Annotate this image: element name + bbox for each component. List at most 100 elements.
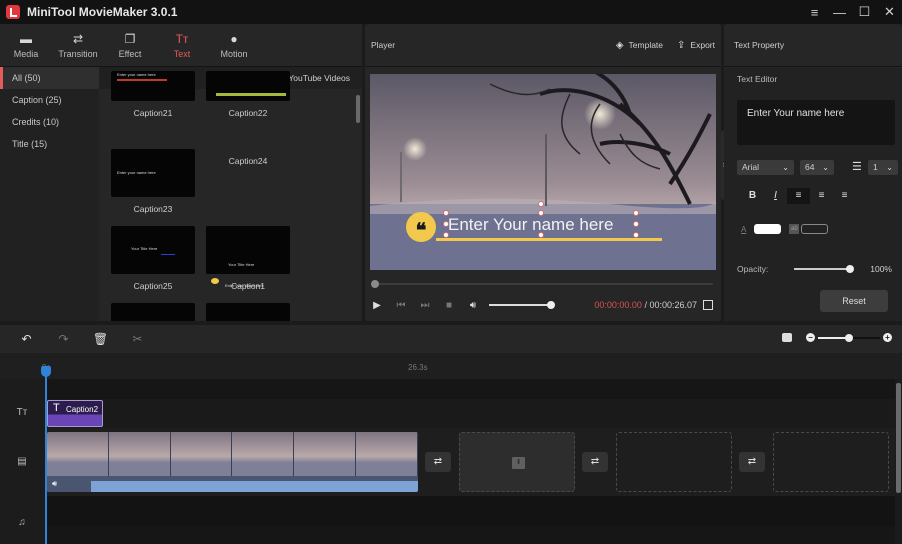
font-select[interactable]: Arial ⌄ — [737, 160, 794, 175]
category-all[interactable]: All (50) — [0, 67, 99, 89]
zoom-knob[interactable] — [845, 333, 853, 342]
resize-handle[interactable] — [443, 221, 449, 227]
zoom-slider[interactable] — [818, 333, 880, 342]
undo-icon[interactable]: ↶ — [8, 332, 45, 346]
category-credits[interactable]: Credits (10) — [0, 111, 99, 133]
tab-transition[interactable]: ⇄ Transition — [52, 24, 104, 66]
library-scrollbar[interactable] — [356, 95, 360, 123]
template-button[interactable]: ◈ Template — [616, 40, 663, 51]
empty-clip-slot[interactable] — [616, 432, 732, 492]
text-icon: Tт — [175, 32, 189, 46]
menu-icon[interactable]: ≡ — [802, 0, 827, 24]
template-caption23[interactable]: Enter your name here Caption23 — [111, 149, 195, 214]
resize-handle[interactable] — [538, 210, 544, 216]
video-clip[interactable]: 🔊︎ — [47, 432, 418, 492]
reset-button[interactable]: Reset — [820, 290, 888, 312]
playhead-line[interactable] — [45, 366, 47, 544]
clip-volume-icon[interactable]: 🔊︎ — [52, 479, 57, 489]
empty-clip-slot[interactable]: ⬇ — [459, 432, 575, 492]
template-label: Caption22 — [228, 108, 268, 118]
play-icon[interactable]: ▶ — [365, 300, 389, 311]
clip-frame — [294, 432, 357, 476]
template-next-2[interactable] — [206, 303, 290, 321]
next-frame-icon[interactable]: ⏭ — [413, 300, 437, 311]
transition-slot-button[interactable]: ⇄ — [582, 452, 608, 472]
category-title[interactable]: Title (15) — [0, 133, 99, 155]
template-caption24[interactable]: Enter your name here Caption24 — [206, 149, 290, 288]
align-center-button[interactable]: ≡ — [810, 188, 833, 204]
delete-icon[interactable]: 🗑︎ — [82, 332, 119, 346]
caption-overlay[interactable]: ❝ Enter Your name here — [406, 201, 666, 246]
template-caption22[interactable]: Caption22 — [206, 71, 290, 118]
opacity-knob[interactable] — [846, 265, 855, 273]
export-button[interactable]: ⇪ Export — [677, 40, 715, 51]
caption-text[interactable]: Enter Your name here — [448, 215, 613, 235]
resize-handle[interactable] — [633, 210, 639, 216]
export-icon: ⇪ — [677, 39, 686, 51]
background-color-swatch[interactable] — [801, 224, 829, 234]
app-title: MiniTool MovieMaker 3.0.1 — [27, 5, 178, 19]
video-preview[interactable]: ❝ Enter Your name here — [370, 74, 716, 270]
caption-clip[interactable]: T Caption2 — [47, 400, 103, 427]
clip-frame — [108, 432, 171, 476]
tab-text[interactable]: Tт Text — [156, 24, 208, 66]
app-logo-icon — [6, 5, 20, 19]
minimize-icon[interactable]: — — [827, 0, 852, 24]
transition-slot-button[interactable]: ⇄ — [739, 452, 765, 472]
tab-motion[interactable]: ● Motion — [208, 24, 260, 66]
template-caption21[interactable]: Enter your name here Caption21 — [111, 71, 195, 118]
import-icon: ⬇ — [512, 457, 525, 469]
template-label: Caption25 — [133, 281, 173, 291]
template-caption1[interactable]: Your Title Here Caption1 — [206, 226, 290, 291]
align-left-button[interactable]: ≡ — [787, 188, 810, 204]
align-right-button[interactable]: ≡ — [833, 188, 856, 204]
line-spacing-select[interactable]: 1 ⌄ — [868, 160, 898, 175]
stop-icon[interactable]: ■ — [437, 300, 461, 311]
volume-icon[interactable]: 🔊︎ — [461, 300, 485, 311]
resize-handle[interactable] — [633, 232, 639, 238]
font-size-select[interactable]: 64 ⌄ — [800, 160, 834, 175]
split-icon[interactable]: ✂ — [119, 332, 156, 346]
thumbnail-preview — [111, 303, 195, 321]
volume-knob[interactable] — [547, 301, 555, 309]
redo-icon[interactable]: ↷ — [45, 332, 82, 346]
preview-text: Your Title Here — [228, 262, 255, 267]
resize-handle[interactable] — [443, 210, 449, 216]
close-icon[interactable]: ✕ — [877, 0, 902, 24]
app-window: MiniTool MovieMaker 3.0.1 ≡ — ☐ ✕ ▬ Media… — [0, 0, 902, 544]
bold-button[interactable]: B — [741, 188, 764, 204]
rotate-handle[interactable] — [538, 201, 544, 207]
tab-effect[interactable]: ❐ Effect — [104, 24, 156, 66]
thumbnail-preview: Your Title Here — [111, 226, 195, 274]
tab-label: Motion — [220, 49, 248, 59]
chevron-down-icon: ⌄ — [822, 163, 829, 172]
resize-handle[interactable] — [443, 232, 449, 238]
template-caption25[interactable]: Your Title Here Caption25 — [111, 226, 195, 291]
previous-frame-icon[interactable]: ⏮ — [389, 300, 413, 311]
text-color-swatch[interactable] — [754, 224, 782, 234]
empty-clip-slot[interactable] — [773, 432, 889, 492]
player-panel: Player ◈ Template ⇪ Export ❝ Enter Your … — [365, 24, 721, 321]
template-next-1[interactable] — [111, 303, 195, 321]
zoom-control: − + — [782, 333, 892, 342]
tab-media[interactable]: ▬ Media — [0, 24, 52, 66]
zoom-out-icon[interactable]: − — [806, 333, 815, 342]
timeline-ruler[interactable]: 0s 26.3s — [0, 353, 902, 379]
zoom-in-icon[interactable]: + — [883, 333, 892, 342]
clip-frame — [232, 432, 295, 476]
italic-button[interactable]: I — [764, 188, 787, 204]
opacity-slider[interactable] — [794, 265, 855, 273]
resize-handle[interactable] — [538, 232, 544, 238]
maximize-icon[interactable]: ☐ — [852, 0, 877, 24]
transition-slot-button[interactable]: ⇄ — [425, 452, 451, 472]
text-editor-input[interactable]: Enter Your name here — [737, 100, 895, 145]
timeline-scrollbar[interactable] — [896, 383, 901, 493]
category-caption[interactable]: Caption (25) — [0, 89, 99, 111]
volume-slider[interactable] — [489, 301, 555, 309]
fullscreen-icon[interactable] — [703, 300, 713, 310]
seek-bar[interactable] — [371, 280, 713, 288]
seek-knob[interactable] — [371, 280, 379, 288]
fit-timeline-icon[interactable] — [782, 333, 792, 342]
resize-handle[interactable] — [633, 221, 639, 227]
playhead-handle[interactable] — [41, 366, 51, 377]
